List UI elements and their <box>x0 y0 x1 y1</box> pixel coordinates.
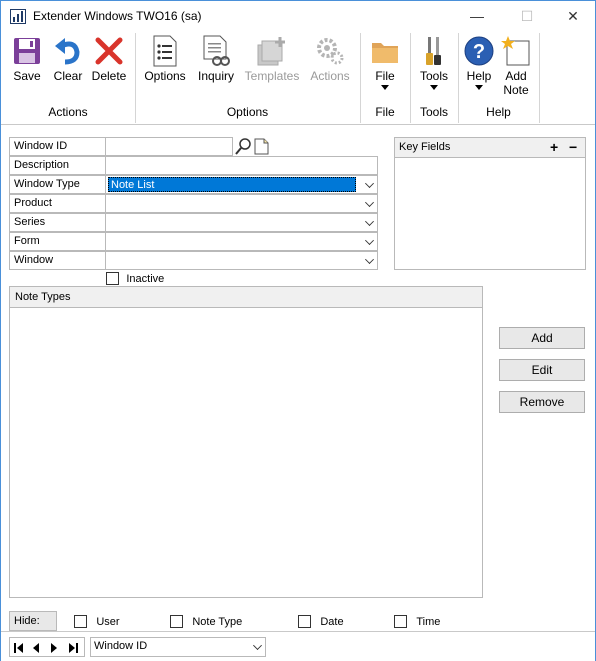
window-row: Window <box>9 251 378 270</box>
note-types-list[interactable] <box>10 308 482 597</box>
chevron-down-icon <box>475 85 483 90</box>
undo-icon <box>49 33 87 69</box>
window-type-row: Window Type Note List <box>9 175 378 194</box>
help-question-icon: ? <box>461 33 497 69</box>
ribbon-separator <box>539 33 540 123</box>
chevron-down-icon <box>365 217 374 226</box>
checkbox[interactable] <box>74 615 87 629</box>
window-id-input[interactable] <box>106 137 233 156</box>
record-navigation <box>9 637 85 657</box>
series-row: Series <box>9 213 378 232</box>
key-fields-panel: Key Fields + − <box>394 137 586 270</box>
group-label-actions: Actions <box>48 105 88 119</box>
edit-button[interactable]: Edit <box>499 359 585 381</box>
title-bar: Extender Windows TWO16 (sa) — ☐ ✕ <box>1 1 595 31</box>
form-select[interactable] <box>106 232 378 251</box>
checkbox[interactable] <box>298 615 311 629</box>
window-id-label: Window ID <box>9 137 106 156</box>
inactive-checkbox[interactable]: Inactive <box>106 271 164 286</box>
description-label: Description <box>9 156 106 175</box>
group-label-help: Help <box>486 105 511 119</box>
svg-text:?: ? <box>473 41 485 63</box>
hide-user-checkbox[interactable]: User <box>74 614 120 629</box>
checkbox[interactable] <box>106 272 119 286</box>
add-note-button[interactable]: Add Note <box>499 33 533 97</box>
chevron-down-icon <box>365 255 374 264</box>
tools-icon <box>414 33 454 69</box>
tools-menu-button[interactable]: Tools <box>414 33 454 90</box>
description-input[interactable] <box>106 156 378 175</box>
hide-date-checkbox[interactable]: Date <box>298 614 344 629</box>
templates-button[interactable]: Templates <box>241 33 303 83</box>
product-row: Product <box>9 194 378 213</box>
delete-button[interactable]: Delete <box>89 33 129 83</box>
inquiry-button[interactable]: Inquiry <box>193 33 239 83</box>
note-types-header: Note Types <box>10 287 482 308</box>
save-button[interactable]: Save <box>8 33 46 83</box>
hide-label: Hide: <box>9 611 57 631</box>
form-label: Form <box>9 232 106 251</box>
file-menu-button[interactable]: File <box>365 33 405 90</box>
folder-icon <box>365 33 405 69</box>
actions-button[interactable]: Actions <box>307 33 353 83</box>
first-record-icon[interactable] <box>14 643 24 653</box>
inquiry-document-icon <box>193 33 239 69</box>
series-select[interactable] <box>106 213 378 232</box>
options-button[interactable]: Options <box>141 33 189 83</box>
next-record-icon[interactable] <box>50 643 58 653</box>
note-icon[interactable] <box>254 138 269 155</box>
delete-x-icon <box>89 33 129 69</box>
previous-record-icon[interactable] <box>32 643 40 653</box>
last-record-icon[interactable] <box>68 643 78 653</box>
maximize-button[interactable]: ☐ <box>504 5 550 27</box>
checkbox[interactable] <box>394 615 407 629</box>
chevron-down-icon <box>430 85 438 90</box>
navigation-bar: Window ID <box>1 631 595 661</box>
clear-button[interactable]: Clear <box>49 33 87 83</box>
templates-icon <box>241 33 303 69</box>
key-fields-header: Key Fields + − <box>395 138 585 158</box>
app-icon <box>10 9 26 24</box>
chevron-down-icon <box>365 179 374 188</box>
group-label-options: Options <box>226 105 269 119</box>
chevron-down-icon <box>365 198 374 207</box>
remove-button[interactable]: Remove <box>499 391 585 413</box>
hide-time-checkbox[interactable]: Time <box>394 614 440 629</box>
window-type-value: Note List <box>108 177 356 192</box>
window-label: Window <box>9 251 106 270</box>
options-list-icon <box>141 33 189 69</box>
form-row: Form <box>9 232 378 251</box>
help-menu-button[interactable]: ? Help <box>461 33 497 90</box>
checkbox[interactable] <box>170 615 183 629</box>
description-row: Description <box>9 156 378 175</box>
save-icon <box>8 33 46 69</box>
add-key-field-button[interactable]: + <box>550 139 558 155</box>
close-button[interactable]: ✕ <box>550 5 596 27</box>
gears-icon <box>307 33 353 69</box>
window-select[interactable] <box>106 251 378 270</box>
key-fields-title: Key Fields <box>399 141 451 153</box>
note-types-panel: Note Types <box>9 286 483 598</box>
window-type-select[interactable]: Note List <box>106 175 378 194</box>
group-label-file: File <box>375 105 395 119</box>
chevron-down-icon <box>365 236 374 245</box>
window-type-label: Window Type <box>9 175 106 194</box>
product-label: Product <box>9 194 106 213</box>
add-note-icon <box>499 33 533 69</box>
ribbon-toolbar: Save Clear Delete Options Inquiry Templa… <box>1 31 595 125</box>
product-select[interactable] <box>106 194 378 213</box>
hide-note-type-checkbox[interactable]: Note Type <box>170 614 242 629</box>
minimize-button[interactable]: — <box>454 5 500 27</box>
group-label-tools: Tools <box>419 105 448 119</box>
remove-key-field-button[interactable]: − <box>569 139 577 155</box>
add-button[interactable]: Add <box>499 327 585 349</box>
series-label: Series <box>9 213 106 232</box>
window-id-row: Window ID <box>9 137 378 156</box>
lookup-icon[interactable] <box>235 137 252 156</box>
sort-by-select[interactable]: Window ID <box>90 637 266 657</box>
window-title: Extender Windows TWO16 (sa) <box>33 9 202 23</box>
chevron-down-icon <box>253 641 262 650</box>
chevron-down-icon <box>381 85 389 90</box>
extender-windows-window: Extender Windows TWO16 (sa) — ☐ ✕ Save C… <box>0 0 596 661</box>
